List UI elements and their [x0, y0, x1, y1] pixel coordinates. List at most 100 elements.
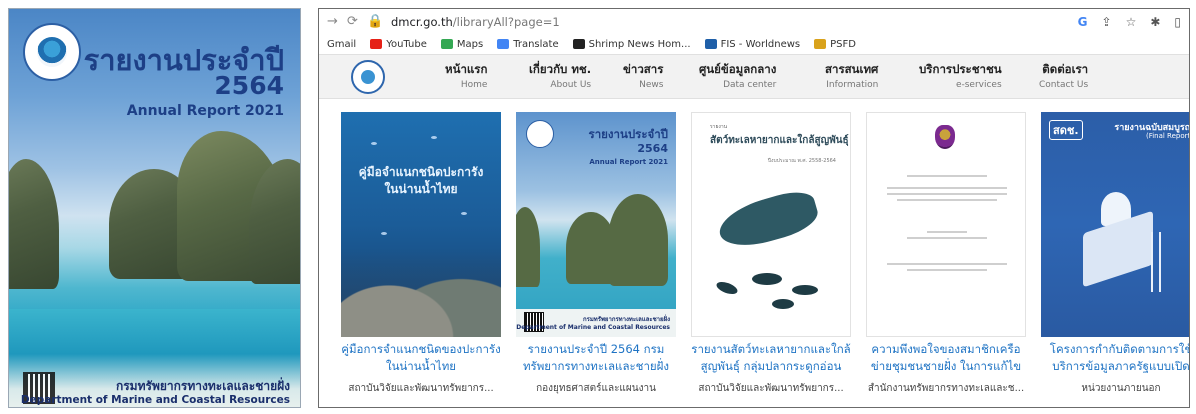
forward-icon[interactable]: → — [327, 14, 347, 29]
url-host: dmcr.go.th — [391, 14, 453, 29]
youtube-icon — [370, 39, 383, 49]
lock-icon[interactable]: 🔒 — [367, 14, 387, 29]
thumb-footer: กรมทรัพยากรทางทะเลและชายฝั่ง Department … — [516, 309, 676, 337]
shark-icon — [752, 273, 782, 285]
coral-reef — [341, 247, 501, 337]
translate-icon — [497, 39, 510, 49]
card-title-line2[interactable]: ข่ายชุมชนชายฝั่ง ในการแก้ไข — [866, 358, 1026, 375]
nav-contact[interactable]: ติดต่อเรา Contact Us — [1039, 61, 1088, 90]
library-card[interactable]: รายงานประจำปี 2564 Annual Report 2021 กร… — [516, 112, 676, 396]
card-title-line1[interactable]: ความพึงพอใจของสมาชิกเครือ — [866, 341, 1026, 358]
card-thumbnail-rare-marine[interactable]: รายงาน สัตว์ทะเลหายากและใกล้สูญพันธุ์ ปี… — [691, 112, 851, 337]
bookmark-youtube[interactable]: YouTube — [370, 39, 427, 50]
card-thumbnail-coral-guide[interactable]: คู่มือจำแนกชนิดปะการัง ในน่านน้ำไทย — [341, 112, 501, 337]
card-title-line2[interactable]: ทรัพยากรทางทะเลและชายฝั่ง — [516, 358, 676, 375]
nav-label-en: Contact Us — [1039, 80, 1089, 90]
address-bar-row: → ⟳ 🔒 dmcr.go.th/libraryAll?page=1 G ⇪ ☆… — [319, 9, 1189, 34]
thumb-title: สัตว์ทะเลหายากและใกล้สูญพันธุ์ — [710, 135, 849, 146]
nav-e-services[interactable]: บริการประชาชน e-services — [919, 61, 1002, 90]
cliff-left — [516, 207, 540, 287]
cover-subtitle: Annual Report 2021 — [126, 103, 284, 119]
fish-icon — [431, 136, 437, 139]
google-icon[interactable]: G — [1078, 15, 1088, 29]
sidebar-icon[interactable]: ▯ — [1174, 15, 1181, 29]
cliff-right — [608, 194, 668, 286]
card-title-line1[interactable]: รายงานประจำปี 2564 กรม — [516, 341, 676, 358]
nav-label-en: Data center — [723, 80, 777, 90]
bookmark-shrimp-news[interactable]: Shrimp News Hom... — [572, 38, 691, 50]
maps-icon — [440, 39, 453, 49]
share-icon[interactable]: ⇪ — [1102, 15, 1112, 29]
bookmark-label: Translate — [513, 38, 559, 50]
nav-label-th: หน้าแรก — [445, 62, 488, 76]
bookmark-gmail[interactable]: Gmail — [327, 39, 356, 50]
reload-icon[interactable]: ⟳ — [347, 14, 367, 29]
card-title-line2[interactable]: บริการข้อมูลภาครัฐแบบเปิด — [1041, 358, 1189, 375]
emblem-icon — [935, 125, 955, 149]
nav-label-en: e-services — [955, 80, 1002, 90]
nav-information[interactable]: สารสนเทศ Information — [825, 61, 878, 90]
text-line — [887, 187, 1007, 189]
url-field[interactable]: dmcr.go.th/libraryAll?page=1 — [391, 15, 560, 29]
nav-label-th: บริการประชาชน — [919, 62, 1002, 76]
card-publisher: สถาบันวิจัยและพัฒนาทรัพยากร... — [698, 383, 844, 394]
fish-icon — [381, 232, 387, 235]
card-thumbnail-final-report[interactable]: สดช. รายงานฉบับสมบูรณ์ (Final Report) — [1041, 112, 1190, 337]
bookmark-fis[interactable]: FIS - Worldnews — [704, 39, 800, 50]
fish-icon — [461, 212, 467, 215]
card-publisher: หน่วยงานภายนอก — [1081, 383, 1161, 394]
thumb-year: 2564 — [637, 142, 668, 155]
cover-org-english: Department of Marine and Coastal Resourc… — [20, 394, 290, 406]
nav-label-th: ติดต่อเรา — [1042, 62, 1089, 76]
thumb-kicker: รายงาน — [710, 124, 728, 130]
bookmark-psfd[interactable]: PSFD — [814, 39, 856, 50]
extensions-icon[interactable]: ✱ — [1150, 15, 1160, 29]
library-card[interactable]: คู่มือจำแนกชนิดปะการัง ในน่านน้ำไทย คู่ม… — [341, 112, 501, 396]
card-thumbnail-document[interactable] — [866, 112, 1026, 337]
shark-icon — [772, 299, 794, 309]
card-title-line1[interactable]: โครงการกำกับติดตามการใช้ — [1041, 341, 1189, 358]
cliff-left — [9, 159, 59, 289]
department-seal-icon — [23, 23, 81, 81]
text-line — [887, 193, 1007, 195]
library-card[interactable]: รายงาน สัตว์ทะเลหายากและใกล้สูญพันธุ์ ปี… — [691, 112, 851, 396]
server-platform-icon — [1083, 210, 1153, 288]
nav-label-th: ข่าวสาร — [623, 62, 664, 76]
bookmark-translate[interactable]: Translate — [497, 38, 559, 50]
text-line — [907, 175, 987, 177]
cover-year: 2564 — [214, 71, 284, 100]
nav-news[interactable]: ข่าวสาร News — [623, 61, 663, 90]
nav-home[interactable]: หน้าแรก Home — [445, 61, 487, 90]
bookmark-label: Gmail — [327, 38, 357, 50]
bookmarks-bar: Gmail YouTube Maps Translate Shrimp News… — [319, 34, 1189, 54]
ray-icon — [792, 285, 818, 295]
department-seal-icon — [526, 120, 554, 148]
bookmark-maps[interactable]: Maps — [440, 39, 483, 50]
library-card[interactable]: ความพึงพอใจของสมาชิกเครือ ข่ายชุมชนชายฝั… — [866, 112, 1026, 396]
card-title-line1[interactable]: คู่มือการจำแนกชนิดของปะการัง — [341, 341, 501, 358]
card-title-line2[interactable]: สูญพันธุ์ กลุ่มปลากระดูกอ่อน — [691, 358, 851, 375]
nav-label-th: สารสนเทศ — [825, 62, 879, 76]
bookmark-label: Shrimp News Hom... — [588, 38, 691, 50]
card-publisher: สำนักงานทรัพยากรทางทะเลและช... — [867, 383, 1025, 394]
card-thumbnail-annual-report[interactable]: รายงานประจำปี 2564 Annual Report 2021 กร… — [516, 112, 676, 337]
card-title-line1[interactable]: รายงานสัตว์ทะเลหายากและใกล้ — [691, 341, 851, 358]
nav-data-center[interactable]: ศูนย์ข้อมูลกลาง Data center — [699, 61, 776, 90]
ladder-icon — [1151, 232, 1161, 292]
thumb-text: คู่มือจำแนกชนิดปะการัง ในน่านน้ำไทย — [358, 165, 484, 196]
toolbar-icons: G ⇪ ☆ ✱ ▯ — [1078, 15, 1181, 29]
nav-about[interactable]: เกี่ยวกับ ทช. About Us — [529, 61, 591, 90]
card-publisher: สถาบันวิจัยและพัฒนาทรัพยากร... — [348, 383, 494, 394]
card-title-line2[interactable]: ในน่านน้ำไทย — [341, 358, 501, 375]
thumb-subtitle: Annual Report 2021 — [589, 158, 668, 166]
thumb-subtitle: (Final Report) — [1145, 132, 1190, 140]
fis-icon — [704, 39, 717, 49]
star-icon[interactable]: ☆ — [1126, 15, 1137, 29]
folder-icon — [814, 39, 827, 49]
dmcr-logo-icon[interactable] — [351, 60, 385, 94]
site-navigation: หน้าแรก Home เกี่ยวกับ ทช. About Us ข่าวสา… — [319, 54, 1189, 99]
bookmark-label: YouTube — [386, 38, 427, 50]
library-card[interactable]: สดช. รายงานฉบับสมบูรณ์ (Final Report) โค… — [1041, 112, 1190, 396]
card-publisher: กองยุทธศาสตร์และแผนงาน — [536, 383, 656, 394]
nav-label-en: News — [639, 80, 664, 90]
